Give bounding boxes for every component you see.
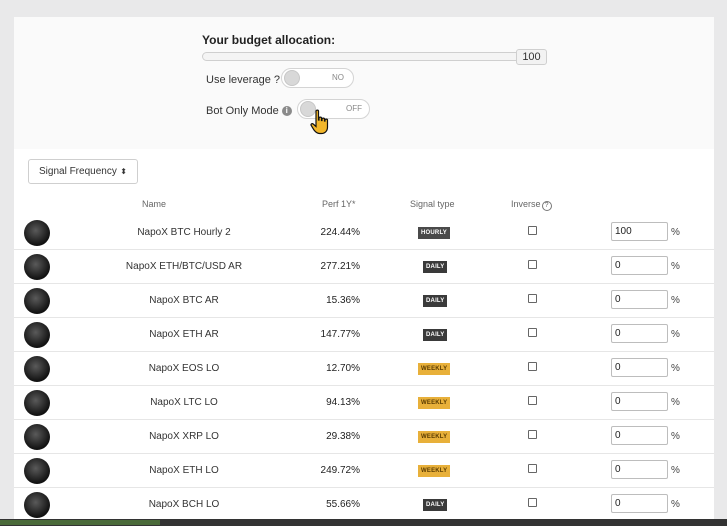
strategy-avatar-icon <box>24 390 50 416</box>
column-header-name[interactable]: Name <box>142 199 166 209</box>
inverse-header-label: Inverse <box>511 199 541 209</box>
signal-type-badge: DAILY <box>423 499 448 511</box>
table-row[interactable]: NapoX LTC LO 94.13% WEEKLY% <box>14 386 714 420</box>
budget-slider[interactable] <box>202 52 520 61</box>
signal-type-badge: WEEKLY <box>418 363 451 375</box>
percent-symbol: % <box>671 295 680 306</box>
taskbar <box>0 519 727 526</box>
perf-value: 55.66% <box>326 499 360 510</box>
table-row[interactable]: NapoX BTC Hourly 2 224.44% HOURLY% <box>14 216 714 250</box>
bot-only-label: Bot Only Mode i <box>206 105 292 117</box>
signal-type-badge: WEEKLY <box>418 465 451 477</box>
strategy-avatar-icon <box>24 492 50 518</box>
inverse-checkbox[interactable] <box>528 294 537 303</box>
help-icon[interactable]: ? <box>541 201 552 211</box>
allocation-input[interactable] <box>611 358 668 377</box>
strategy-name[interactable]: NapoX BCH LO <box>94 499 274 510</box>
percent-symbol: % <box>671 465 680 476</box>
strategy-name[interactable]: NapoX BTC AR <box>94 295 274 306</box>
signal-type-badge: DAILY <box>423 261 448 273</box>
inverse-checkbox[interactable] <box>528 498 537 507</box>
strategy-avatar-icon <box>24 288 50 314</box>
strategy-name[interactable]: NapoX ETH/BTC/USD AR <box>94 261 274 272</box>
table-row[interactable]: NapoX BCH LO 55.66% DAILY% <box>14 488 714 522</box>
table-row[interactable]: NapoX EOS LO 12.70% WEEKLY% <box>14 352 714 386</box>
inverse-checkbox[interactable] <box>528 362 537 371</box>
budget-title: Your budget allocation: <box>202 33 336 47</box>
info-icon[interactable]: i <box>281 106 292 116</box>
strategy-name[interactable]: NapoX BTC Hourly 2 <box>94 227 274 238</box>
strategy-avatar-icon <box>24 254 50 280</box>
percent-symbol: % <box>671 261 680 272</box>
select-caret-icon: ⬍ <box>120 167 127 176</box>
percent-symbol: % <box>671 431 680 442</box>
table-row[interactable]: NapoX ETH LO 249.72% WEEKLY% <box>14 454 714 488</box>
inverse-checkbox[interactable] <box>528 430 537 439</box>
column-header-perf[interactable]: Perf 1Y* <box>322 199 356 209</box>
inverse-checkbox[interactable] <box>528 226 537 235</box>
inverse-checkbox[interactable] <box>528 396 537 405</box>
column-header-inverse: Inverse? <box>511 199 552 211</box>
perf-value: 94.13% <box>326 397 360 408</box>
allocation-input[interactable] <box>611 222 668 241</box>
allocation-input[interactable] <box>611 324 668 343</box>
toggle-state: OFF <box>346 104 362 113</box>
strategy-avatar-icon <box>24 458 50 484</box>
signal-type-badge: WEEKLY <box>418 397 451 409</box>
column-header-signal-type[interactable]: Signal type <box>410 199 455 209</box>
hand-pointer-icon <box>310 109 329 135</box>
perf-value: 277.21% <box>320 261 360 272</box>
table-row[interactable]: NapoX ETH AR 147.77% DAILY% <box>14 318 714 352</box>
budget-value-input[interactable]: 100 <box>516 49 547 65</box>
signal-type-badge: WEEKLY <box>418 431 451 443</box>
leverage-toggle[interactable]: NO <box>281 68 354 88</box>
strategy-avatar-icon <box>24 356 50 382</box>
toggle-knob <box>284 70 300 86</box>
percent-symbol: % <box>671 227 680 238</box>
strategy-avatar-icon <box>24 424 50 450</box>
perf-value: 29.38% <box>326 431 360 442</box>
inverse-checkbox[interactable] <box>528 464 537 473</box>
signal-type-badge: HOURLY <box>418 227 450 239</box>
signal-type-badge: DAILY <box>423 329 448 341</box>
allocation-input[interactable] <box>611 460 668 479</box>
signal-frequency-select[interactable]: Signal Frequency ⬍ <box>28 159 138 184</box>
allocation-input[interactable] <box>611 392 668 411</box>
strategy-avatar-icon <box>24 322 50 348</box>
percent-symbol: % <box>671 363 680 374</box>
allocation-input[interactable] <box>611 290 668 309</box>
table-row[interactable]: NapoX XRP LO 29.38% WEEKLY% <box>14 420 714 454</box>
budget-section: Your budget allocation: 100 Use leverage… <box>14 17 714 149</box>
signal-frequency-label: Signal Frequency <box>39 166 117 177</box>
table-row[interactable]: NapoX BTC AR 15.36% DAILY% <box>14 284 714 318</box>
strategy-avatar-icon <box>24 220 50 246</box>
perf-value: 147.77% <box>320 329 360 340</box>
allocation-input[interactable] <box>611 256 668 275</box>
bot-only-label-text: Bot Only Mode <box>206 105 279 117</box>
allocation-input[interactable] <box>611 426 668 445</box>
inverse-checkbox[interactable] <box>528 328 537 337</box>
leverage-label: Use leverage ? <box>206 74 280 86</box>
percent-symbol: % <box>671 397 680 408</box>
strategy-name[interactable]: NapoX ETH AR <box>94 329 274 340</box>
bot-only-toggle[interactable]: OFF <box>297 99 370 119</box>
allocation-input[interactable] <box>611 494 668 513</box>
strategy-name[interactable]: NapoX LTC LO <box>94 397 274 408</box>
strategy-panel: Your budget allocation: 100 Use leverage… <box>14 17 714 526</box>
taskbar-segment <box>0 520 160 525</box>
perf-value: 15.36% <box>326 295 360 306</box>
perf-value: 249.72% <box>320 465 360 476</box>
perf-value: 12.70% <box>326 363 360 374</box>
inverse-checkbox[interactable] <box>528 260 537 269</box>
strategy-name[interactable]: NapoX XRP LO <box>94 431 274 442</box>
percent-symbol: % <box>671 329 680 340</box>
percent-symbol: % <box>671 499 680 510</box>
signal-type-badge: DAILY <box>423 295 448 307</box>
perf-value: 224.44% <box>320 227 360 238</box>
strategy-name[interactable]: NapoX ETH LO <box>94 465 274 476</box>
table-row[interactable]: NapoX ETH/BTC/USD AR 277.21% DAILY% <box>14 250 714 284</box>
toggle-state: NO <box>332 73 344 82</box>
strategy-name[interactable]: NapoX EOS LO <box>94 363 274 374</box>
